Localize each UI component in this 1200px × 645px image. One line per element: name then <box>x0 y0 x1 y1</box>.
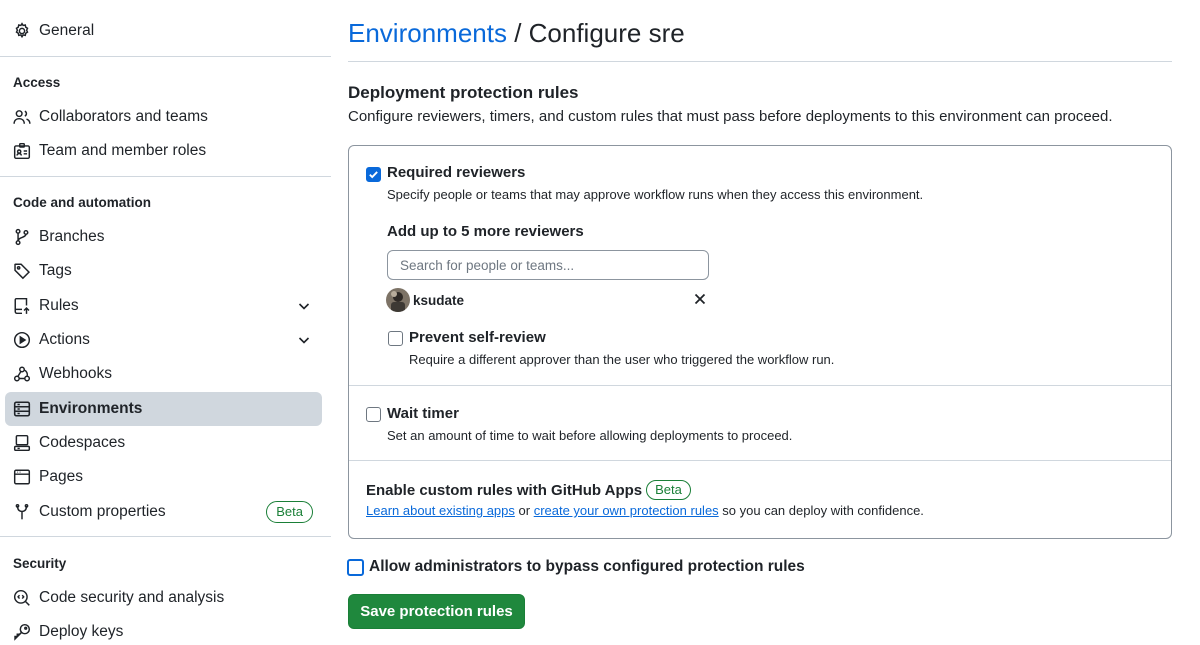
rule-divider <box>349 385 1171 386</box>
sidebar-item-label: Webhooks <box>39 365 112 382</box>
gear-icon <box>13 22 31 40</box>
title-divider <box>348 61 1172 62</box>
suffix-text: so you can deploy with confidence. <box>718 503 924 518</box>
close-icon[interactable] <box>692 291 708 307</box>
beta-badge: Beta <box>266 501 313 523</box>
custom-rules-title-text: Enable custom rules with GitHub Apps <box>366 482 643 499</box>
required-reviewers-checkbox[interactable] <box>366 167 381 182</box>
section-title-code-automation: Code and automation <box>13 195 151 210</box>
play-circle-icon <box>13 331 31 349</box>
sidebar-item-tags[interactable]: Tags <box>5 254 322 288</box>
sidebar-item-general[interactable]: General <box>5 14 322 48</box>
beta-badge: Beta <box>646 480 691 500</box>
required-reviewers-description: Specify people or teams that may approve… <box>387 187 924 202</box>
prevent-self-review-description: Require a different approver than the us… <box>409 352 835 367</box>
create-protection-rules-link[interactable]: create your own protection rules <box>534 503 719 518</box>
sidebar-item-label: Tags <box>39 262 72 279</box>
sidebar-item-deploy-keys[interactable]: Deploy keys <box>5 615 322 645</box>
sidebar-item-environments[interactable]: Environments <box>5 392 322 426</box>
sidebar-item-label: Actions <box>39 331 90 348</box>
sidebar-item-code-security[interactable]: Code security and analysis <box>5 581 322 615</box>
sidebar-item-label: Collaborators and teams <box>39 108 208 125</box>
sidebar-item-actions[interactable]: Actions <box>5 323 322 357</box>
codespaces-icon <box>13 434 31 452</box>
breadcrumb-separator: / <box>506 18 529 48</box>
section-title-access: Access <box>13 75 61 90</box>
section-heading: Deployment protection rules <box>348 83 579 102</box>
wait-timer-checkbox[interactable] <box>366 407 381 422</box>
sidebar-item-label: Team and member roles <box>39 142 207 159</box>
id-badge-icon <box>13 142 31 160</box>
sidebar-item-label: Codespaces <box>39 434 126 451</box>
sidebar-item-label: Code security and analysis <box>39 589 225 606</box>
chevron-down-icon <box>298 303 310 310</box>
sidebar-item-label: Branches <box>39 228 105 245</box>
sidebar-item-label: Rules <box>39 297 79 314</box>
sidebar-item-branches[interactable]: Branches <box>5 220 322 254</box>
main-content: Environments / Configure sre Deployment … <box>347 0 1172 645</box>
note-icon <box>13 503 31 521</box>
wait-timer-description: Set an amount of time to wait before all… <box>387 428 793 443</box>
custom-rules-description: Learn about existing apps or create your… <box>366 503 924 518</box>
section-title-security: Security <box>13 556 67 571</box>
browser-icon <box>13 468 31 486</box>
section-description: Configure reviewers, timers, and custom … <box>348 108 1113 125</box>
prevent-self-review-label[interactable]: Prevent self-review <box>409 329 546 346</box>
tag-icon <box>13 262 31 280</box>
codescan-icon <box>13 589 31 607</box>
reviewer-search-input[interactable] <box>387 250 709 280</box>
avatar <box>386 288 410 312</box>
settings-sidebar: General Access Collaborators and teams T… <box>0 0 331 645</box>
sidebar-item-team-roles[interactable]: Team and member roles <box>5 134 322 168</box>
repo-push-icon <box>13 297 31 315</box>
breadcrumb-environments-link[interactable]: Environments <box>348 18 507 48</box>
custom-rules-title: Enable custom rules with GitHub Apps Beta <box>366 480 691 500</box>
required-reviewers-label[interactable]: Required reviewers <box>387 164 525 181</box>
sidebar-item-webhooks[interactable]: Webhooks <box>5 357 322 391</box>
prevent-self-review-checkbox[interactable] <box>388 331 403 346</box>
sidebar-item-rules[interactable]: Rules <box>5 289 322 323</box>
wait-timer-label[interactable]: Wait timer <box>387 405 459 422</box>
sidebar-divider <box>0 56 331 57</box>
sidebar-item-collaborators[interactable]: Collaborators and teams <box>5 100 322 134</box>
sidebar-item-custom-properties[interactable]: Custom properties Beta <box>5 495 322 529</box>
key-icon <box>13 623 31 641</box>
page-title: Environments / Configure sre <box>348 18 685 49</box>
sidebar-divider <box>0 176 331 177</box>
add-reviewers-label: Add up to 5 more reviewers <box>387 223 584 240</box>
environment-name: Configure sre <box>528 18 685 48</box>
sidebar-item-label: Deploy keys <box>39 623 124 640</box>
webhook-icon <box>13 365 31 383</box>
sidebar-item-label: Environments <box>39 400 143 417</box>
reviewer-name: ksudate <box>413 293 465 308</box>
rule-divider <box>349 460 1171 461</box>
chevron-down-icon <box>298 337 310 344</box>
server-icon <box>13 400 31 418</box>
git-branch-icon <box>13 228 31 246</box>
or-text: or <box>514 503 534 518</box>
sidebar-item-codespaces[interactable]: Codespaces <box>5 426 322 460</box>
bypass-rules-checkbox[interactable] <box>347 559 364 576</box>
sidebar-item-label: General <box>39 22 95 39</box>
bypass-rules-label[interactable]: Allow administrators to bypass configure… <box>369 558 805 576</box>
sidebar-item-pages[interactable]: Pages <box>5 460 322 494</box>
save-protection-rules-button[interactable]: Save protection rules <box>348 594 525 629</box>
protection-rules-box: Required reviewers Specify people or tea… <box>348 145 1172 539</box>
sidebar-divider <box>0 536 331 537</box>
sidebar-item-label: Pages <box>39 468 83 485</box>
learn-existing-apps-link[interactable]: Learn about existing apps <box>366 503 515 518</box>
people-icon <box>13 108 31 126</box>
